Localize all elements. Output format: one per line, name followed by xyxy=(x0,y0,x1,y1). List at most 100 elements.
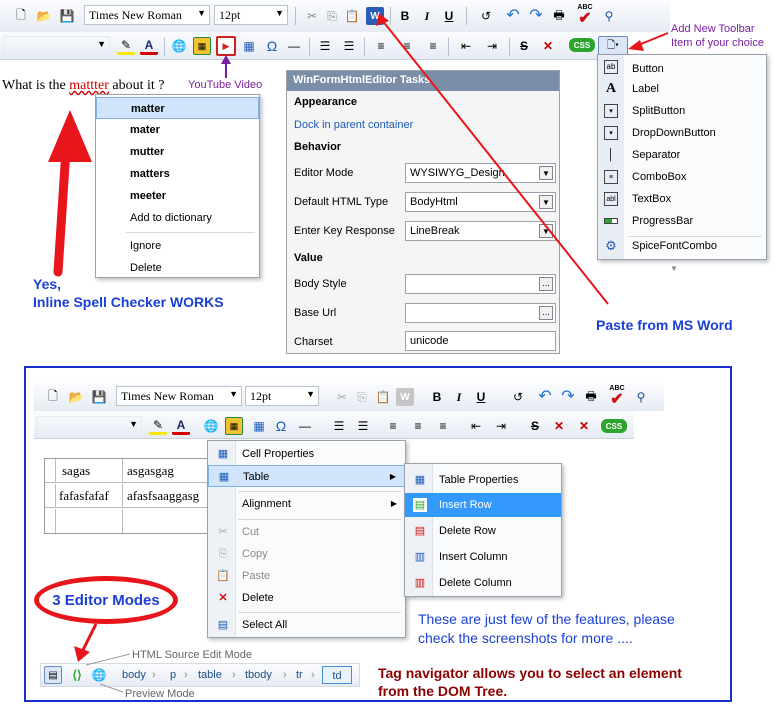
ignore-menu-item[interactable]: Ignore xyxy=(96,235,259,257)
save-icon[interactable]: 💾 xyxy=(90,388,108,406)
toolbar-item-combobox[interactable]: ≡ ComboBox xyxy=(602,168,762,190)
enter-key-response-select[interactable]: LineBreak ▼ xyxy=(405,221,556,241)
italic-button[interactable]: I xyxy=(418,7,436,25)
ellipsis-button[interactable]: ... xyxy=(539,277,553,291)
add-toolbar-item-dropdown[interactable]: 🗋▾ xyxy=(598,36,628,56)
style-combo[interactable]: ▼ xyxy=(4,36,110,56)
suggestion-mutter[interactable]: mutter xyxy=(96,141,259,163)
suggestion-meeter[interactable]: meeter xyxy=(96,185,259,207)
paste-from-word-icon[interactable]: W xyxy=(366,7,384,25)
spell-check-icon[interactable]: ABC ✔ xyxy=(574,2,596,28)
delete-menu-item[interactable]: ✕ Delete xyxy=(208,587,405,609)
table-menu-item[interactable]: ▦ Table ▶ xyxy=(208,465,405,487)
design-mode-button[interactable]: ▤ xyxy=(44,666,62,684)
underline-button[interactable]: U xyxy=(472,388,490,406)
default-html-type-select[interactable]: BodyHtml ▼ xyxy=(405,192,556,212)
hyperlink-icon[interactable]: 🌐 xyxy=(202,417,220,435)
youtube-video-icon[interactable]: ▶ xyxy=(216,36,236,56)
find-binoculars-icon[interactable]: ⚲ xyxy=(632,388,650,406)
remove-format-icon[interactable]: ✕ xyxy=(550,417,568,435)
table-cell[interactable]: sagas xyxy=(55,459,123,483)
strikethrough-icon[interactable]: S xyxy=(515,37,533,55)
paste-menu-item[interactable]: 📋 Paste xyxy=(208,565,405,587)
align-right-icon[interactable]: ≡ xyxy=(424,37,442,55)
font-size-combo[interactable]: 12pt ▼ xyxy=(214,5,288,25)
font-color-icon[interactable]: A xyxy=(172,417,190,435)
font-color-icon[interactable]: A xyxy=(140,37,158,55)
toolbar-item-button[interactable]: ab Button xyxy=(602,58,762,80)
remove-format-icon[interactable]: ✕ xyxy=(539,37,557,55)
open-folder-icon[interactable]: 📂 xyxy=(35,7,53,25)
css-button[interactable]: CSS xyxy=(569,38,595,52)
new-document-icon[interactable]: 🗋 xyxy=(12,7,30,25)
numbered-list-icon[interactable]: ☰ xyxy=(316,37,334,55)
delete-menu-item[interactable]: Delete xyxy=(96,257,259,279)
numbered-list-icon[interactable]: ☰ xyxy=(330,417,348,435)
toolbar-item-textbox[interactable]: abl TextBox xyxy=(602,190,762,212)
table-cell[interactable] xyxy=(55,509,123,533)
refresh-icon[interactable]: ↺ xyxy=(509,388,527,406)
insert-row-menu-item[interactable]: ▤ Insert Row xyxy=(405,493,561,517)
tag-p[interactable]: p xyxy=(170,666,176,684)
new-document-icon[interactable]: 🗋 xyxy=(44,388,62,406)
cut-icon[interactable]: ✂ xyxy=(333,388,351,406)
special-char-omega-icon[interactable]: Ω xyxy=(272,417,290,435)
copy-menu-item[interactable]: ⎘ Copy xyxy=(208,543,405,565)
paste-icon[interactable]: 📋 xyxy=(374,388,392,406)
outdent-icon[interactable]: ⇤ xyxy=(457,37,475,55)
body-style-field[interactable]: ... xyxy=(405,274,556,294)
bullet-list-icon[interactable]: ☰ xyxy=(340,37,358,55)
base-url-field[interactable]: ... xyxy=(405,303,556,323)
special-char-omega-icon[interactable]: Ω xyxy=(263,37,281,55)
redo-icon[interactable]: ↷ xyxy=(559,387,577,405)
bold-button[interactable]: B xyxy=(428,388,446,406)
horizontal-rule-icon[interactable]: — xyxy=(296,417,314,435)
align-center-icon[interactable]: ≡ xyxy=(398,37,416,55)
font-name-combo[interactable]: Times New Roman ▼ xyxy=(84,5,210,25)
toolbar-item-dropdownbutton[interactable]: ▾ DropDownButton xyxy=(602,124,762,146)
html-source-mode-button[interactable]: ⟨⟩ xyxy=(68,666,86,684)
tag-tbody[interactable]: tbody xyxy=(245,666,272,684)
toolbar-item-spicefontcombo[interactable]: ⚙ SpiceFontCombo xyxy=(602,237,762,259)
align-right-icon[interactable]: ≡ xyxy=(434,417,452,435)
misspelled-word[interactable]: mattter xyxy=(69,78,109,93)
outdent-icon[interactable]: ⇤ xyxy=(467,417,485,435)
cell-properties-menu-item[interactable]: ▦ Cell Properties xyxy=(208,443,405,465)
hyperlink-icon[interactable]: 🌐 xyxy=(170,37,188,55)
subscript-icon[interactable]: ✕ xyxy=(575,417,593,435)
chevron-down-icon[interactable]: ▼ xyxy=(539,224,553,238)
cut-menu-item[interactable]: ✂ Cut xyxy=(208,521,405,543)
find-binoculars-icon[interactable]: ⚲ xyxy=(600,7,618,25)
alignment-menu-item[interactable]: Alignment ▶ xyxy=(208,493,405,515)
delete-row-menu-item[interactable]: ▤ Delete Row xyxy=(405,519,561,543)
font-name-combo[interactable]: Times New Roman ▼ xyxy=(116,386,242,406)
editor-text-line[interactable]: What is the mattter about it ? xyxy=(2,78,165,94)
toolbar-item-label[interactable]: A Label xyxy=(602,80,762,102)
spell-check-icon[interactable]: ABC ✔ xyxy=(606,383,628,409)
refresh-icon[interactable]: ↺ xyxy=(477,7,495,25)
insert-column-menu-item[interactable]: ▥ Insert Column xyxy=(405,545,561,569)
underline-button[interactable]: U xyxy=(440,7,458,25)
paste-from-word-icon[interactable]: W xyxy=(396,388,414,406)
insert-table-icon[interactable]: ▦ xyxy=(250,417,268,435)
css-button[interactable]: CSS xyxy=(601,419,627,433)
align-center-icon[interactable]: ≡ xyxy=(409,417,427,435)
insert-table-icon[interactable]: ▦ xyxy=(240,37,258,55)
undo-icon[interactable]: ↶ xyxy=(536,387,554,405)
toolbar-item-separator[interactable]: │ Separator xyxy=(602,146,762,168)
tag-table[interactable]: table xyxy=(198,666,222,684)
highlight-color-icon[interactable]: ✎ xyxy=(117,37,135,55)
italic-button[interactable]: I xyxy=(450,388,468,406)
font-size-combo[interactable]: 12pt ▼ xyxy=(245,386,319,406)
style-combo[interactable]: ▼ xyxy=(36,416,142,436)
bold-button[interactable]: B xyxy=(396,7,414,25)
bullet-list-icon[interactable]: ☰ xyxy=(354,417,372,435)
suggestion-matter[interactable]: matter xyxy=(96,97,259,119)
table-cell[interactable]: fafasfafaf xyxy=(55,484,123,508)
redo-icon[interactable]: ↷ xyxy=(527,6,545,24)
add-to-dictionary[interactable]: Add to dictionary xyxy=(96,207,259,229)
toolbar-item-splitbutton[interactable]: ▾ SplitButton xyxy=(602,102,762,124)
toolbar-item-progressbar[interactable]: ProgressBar xyxy=(602,212,762,234)
print-icon[interactable]: 🖶 xyxy=(582,388,600,406)
tag-body[interactable]: body xyxy=(122,666,146,684)
